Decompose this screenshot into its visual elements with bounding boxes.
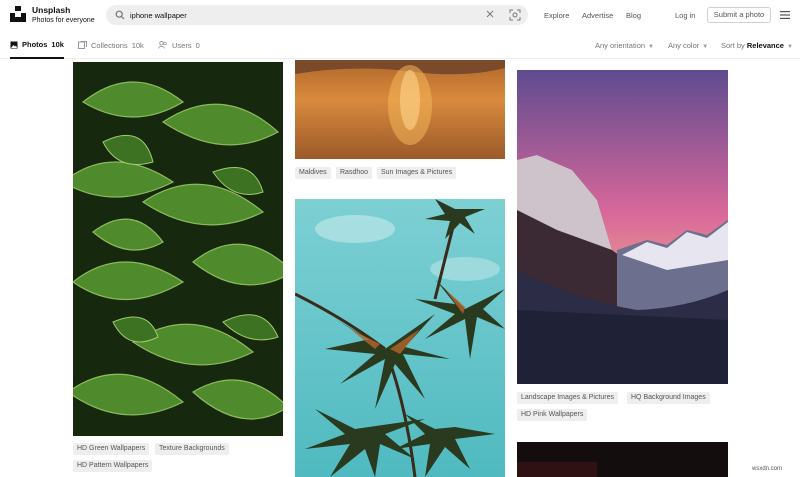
sort-value: Relevance	[746, 41, 784, 50]
tab-users[interactable]: Users 0	[158, 32, 200, 58]
tab-users-count: 0	[195, 40, 200, 50]
clear-search-icon[interactable]	[486, 10, 494, 18]
top-navbar: Unsplash Photos for everyone Explore Adv…	[0, 0, 800, 32]
color-filter-label: Any color	[668, 41, 700, 50]
tag-texture-backgrounds[interactable]: Texture Backgrounds	[155, 443, 229, 455]
chevron-down-icon: ▼	[648, 44, 654, 50]
tag-landscape-images[interactable]: Landscape Images & Pictures	[517, 392, 618, 404]
nav-advertise-link[interactable]: Advertise	[582, 11, 613, 20]
tab-photos[interactable]: Photos 10k	[10, 32, 64, 59]
photo-green-leaves[interactable]	[73, 62, 283, 436]
tag-sun-images[interactable]: Sun Images & Pictures	[377, 167, 457, 179]
users-icon	[158, 41, 167, 49]
photo-sunset-beach[interactable]	[295, 60, 505, 159]
chevron-down-icon: ▼	[786, 44, 793, 50]
hamburger-menu-icon[interactable]	[780, 11, 790, 19]
color-filter[interactable]: Any color ▼	[668, 41, 708, 50]
tab-users-label: Users	[172, 40, 192, 50]
nav-explore-link[interactable]: Explore	[544, 11, 569, 20]
tag-hd-pattern-wallpapers[interactable]: HD Pattern Wallpapers	[73, 460, 153, 472]
login-link[interactable]: Log in	[675, 11, 695, 20]
visual-search-icon[interactable]	[509, 9, 521, 21]
tag-maldives[interactable]: Maldives	[295, 167, 331, 179]
tag-hd-green-wallpapers[interactable]: HD Green Wallpapers	[73, 443, 150, 455]
palm-trees-image	[295, 199, 505, 477]
photo-palm-trees[interactable]	[295, 199, 505, 477]
tab-collections[interactable]: Collections 10k	[78, 32, 144, 58]
green-leaves-image	[73, 62, 283, 436]
submit-photo-button[interactable]: Submit a photo	[707, 7, 771, 23]
chevron-down-icon: ▼	[702, 44, 709, 50]
tab-photos-label: Photos	[22, 40, 48, 49]
tab-collections-count: 10k	[131, 40, 144, 50]
collection-icon	[78, 41, 87, 49]
watermark-text: wsxdn.com	[752, 466, 783, 472]
photo-mountain-sunset[interactable]	[517, 70, 728, 384]
tab-collections-label: Collections	[91, 40, 128, 50]
tab-photos-count: 10k	[51, 40, 64, 49]
search-tabs-bar: Photos 10k Collections 10k Users 0 Any o…	[0, 32, 800, 59]
tag-hd-pink-wallpapers[interactable]: HD Pink Wallpapers	[517, 409, 588, 421]
search-icon[interactable]	[115, 10, 125, 20]
sort-filter[interactable]: Sort by Relevance ▼	[721, 41, 793, 50]
search-input[interactable]	[130, 7, 470, 23]
orientation-filter[interactable]: Any orientation ▼	[595, 41, 654, 50]
nav-blog-link[interactable]: Blog	[626, 11, 641, 20]
tag-hq-background-images[interactable]: HQ Background Images	[627, 392, 710, 404]
photo-icon	[10, 41, 18, 48]
mountain-sunset-image	[517, 70, 728, 384]
photo-dark-bottom[interactable]	[517, 442, 728, 477]
orientation-filter-label: Any orientation	[595, 41, 646, 50]
brand-tagline: Photos for everyone	[32, 17, 95, 24]
unsplash-logo-icon[interactable]	[10, 6, 26, 22]
sort-prefix: Sort by	[721, 41, 745, 50]
tag-rasdhoo[interactable]: Rasdhoo	[336, 167, 373, 179]
dark-photo-image	[517, 442, 728, 477]
search-bar[interactable]	[106, 5, 528, 25]
brand-name: Unsplash	[32, 5, 71, 15]
brand[interactable]: Unsplash Photos for everyone	[32, 5, 95, 26]
sunset-beach-image	[295, 60, 505, 159]
